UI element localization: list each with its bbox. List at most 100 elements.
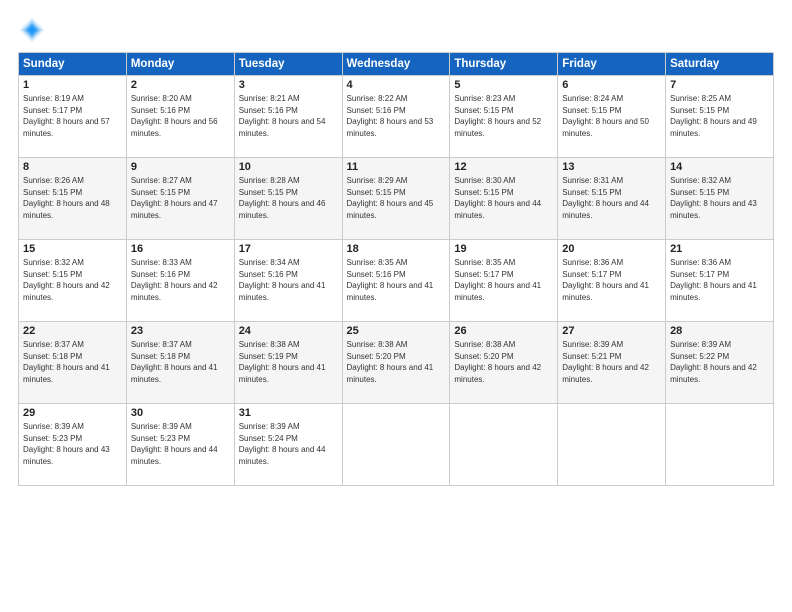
day-info: Sunrise: 8:39 AMSunset: 5:23 PMDaylight:… xyxy=(23,422,110,466)
calendar-cell: 14 Sunrise: 8:32 AMSunset: 5:15 PMDayligh… xyxy=(666,158,774,240)
calendar-cell xyxy=(342,404,450,486)
page: SundayMondayTuesdayWednesdayThursdayFrid… xyxy=(0,0,792,612)
calendar-cell: 3 Sunrise: 8:21 AMSunset: 5:16 PMDaylight… xyxy=(234,76,342,158)
day-info: Sunrise: 8:39 AMSunset: 5:24 PMDaylight:… xyxy=(239,422,326,466)
calendar-cell: 20Sunrise: 8:36 AMSunset: 5:17 PMDayligh… xyxy=(558,240,666,322)
day-number: 17 xyxy=(239,243,338,255)
week-row-4: 22 Sunrise: 8:37 AMSunset: 5:18 PMDayligh… xyxy=(19,322,774,404)
calendar-cell: 29 Sunrise: 8:39 AMSunset: 5:23 PMDayligh… xyxy=(19,404,127,486)
day-number: 11 xyxy=(347,161,446,173)
day-number: 29 xyxy=(23,407,122,419)
calendar-table: SundayMondayTuesdayWednesdayThursdayFrid… xyxy=(18,52,774,486)
day-number: 3 xyxy=(239,79,338,91)
day-info: Sunrise: 8:22 AMSunset: 5:16 PMDaylight:… xyxy=(347,94,434,138)
weekday-header-tuesday: Tuesday xyxy=(234,53,342,76)
day-number: 14 xyxy=(670,161,769,173)
week-row-1: 1Sunrise: 8:19 AMSunset: 5:17 PMDaylight… xyxy=(19,76,774,158)
calendar-cell: 5 Sunrise: 8:23 AMSunset: 5:15 PMDaylight… xyxy=(450,76,558,158)
calendar-cell: 2 Sunrise: 8:20 AMSunset: 5:16 PMDaylight… xyxy=(126,76,234,158)
calendar-cell: 30 Sunrise: 8:39 AMSunset: 5:23 PMDayligh… xyxy=(126,404,234,486)
calendar-cell xyxy=(450,404,558,486)
day-info: Sunrise: 8:20 AMSunset: 5:16 PMDaylight:… xyxy=(131,94,218,138)
day-info: Sunrise: 8:28 AMSunset: 5:15 PMDaylight:… xyxy=(239,176,326,220)
calendar-cell: 18 Sunrise: 8:35 AMSunset: 5:16 PMDayligh… xyxy=(342,240,450,322)
day-number: 22 xyxy=(23,325,122,337)
day-info: Sunrise: 8:39 AMSunset: 5:21 PMDaylight:… xyxy=(562,340,649,384)
day-info: Sunrise: 8:30 AMSunset: 5:15 PMDaylight:… xyxy=(454,176,541,220)
calendar-cell xyxy=(666,404,774,486)
calendar-cell: 28 Sunrise: 8:39 AMSunset: 5:22 PMDayligh… xyxy=(666,322,774,404)
day-info: Sunrise: 8:34 AMSunset: 5:16 PMDaylight:… xyxy=(239,258,326,302)
calendar-cell: 16Sunrise: 8:33 AMSunset: 5:16 PMDayligh… xyxy=(126,240,234,322)
weekday-header-friday: Friday xyxy=(558,53,666,76)
day-info: Sunrise: 8:27 AMSunset: 5:15 PMDaylight:… xyxy=(131,176,218,220)
day-number: 25 xyxy=(347,325,446,337)
day-info: Sunrise: 8:32 AMSunset: 5:15 PMDaylight:… xyxy=(670,176,757,220)
week-row-5: 29 Sunrise: 8:39 AMSunset: 5:23 PMDayligh… xyxy=(19,404,774,486)
calendar-cell: 23 Sunrise: 8:37 AMSunset: 5:18 PMDayligh… xyxy=(126,322,234,404)
weekday-header-row: SundayMondayTuesdayWednesdayThursdayFrid… xyxy=(19,53,774,76)
day-number: 9 xyxy=(131,161,230,173)
week-row-2: 8 Sunrise: 8:26 AMSunset: 5:15 PMDaylight… xyxy=(19,158,774,240)
weekday-header-thursday: Thursday xyxy=(450,53,558,76)
calendar-cell: 13 Sunrise: 8:31 AMSunset: 5:15 PMDayligh… xyxy=(558,158,666,240)
day-info: Sunrise: 8:32 AMSunset: 5:15 PMDaylight:… xyxy=(23,258,110,302)
day-info: Sunrise: 8:39 AMSunset: 5:23 PMDaylight:… xyxy=(131,422,218,466)
calendar-cell: 8 Sunrise: 8:26 AMSunset: 5:15 PMDaylight… xyxy=(19,158,127,240)
day-number: 19 xyxy=(454,243,553,255)
header xyxy=(18,16,774,44)
day-number: 21 xyxy=(670,243,769,255)
day-number: 10 xyxy=(239,161,338,173)
day-number: 6 xyxy=(562,79,661,91)
day-number: 31 xyxy=(239,407,338,419)
day-number: 18 xyxy=(347,243,446,255)
day-number: 20 xyxy=(562,243,661,255)
calendar-cell: 27 Sunrise: 8:39 AMSunset: 5:21 PMDayligh… xyxy=(558,322,666,404)
day-info: Sunrise: 8:31 AMSunset: 5:15 PMDaylight:… xyxy=(562,176,649,220)
calendar-cell: 25 Sunrise: 8:38 AMSunset: 5:20 PMDayligh… xyxy=(342,322,450,404)
weekday-header-wednesday: Wednesday xyxy=(342,53,450,76)
calendar-cell: 7 Sunrise: 8:25 AMSunset: 5:15 PMDaylight… xyxy=(666,76,774,158)
calendar-cell: 10 Sunrise: 8:28 AMSunset: 5:15 PMDayligh… xyxy=(234,158,342,240)
day-info: Sunrise: 8:37 AMSunset: 5:18 PMDaylight:… xyxy=(23,340,110,384)
calendar-cell: 24Sunrise: 8:38 AMSunset: 5:19 PMDayligh… xyxy=(234,322,342,404)
weekday-header-saturday: Saturday xyxy=(666,53,774,76)
day-number: 26 xyxy=(454,325,553,337)
day-info: Sunrise: 8:29 AMSunset: 5:15 PMDaylight:… xyxy=(347,176,434,220)
day-number: 2 xyxy=(131,79,230,91)
calendar-cell: 9 Sunrise: 8:27 AMSunset: 5:15 PMDaylight… xyxy=(126,158,234,240)
day-number: 8 xyxy=(23,161,122,173)
day-number: 30 xyxy=(131,407,230,419)
day-number: 7 xyxy=(670,79,769,91)
day-number: 12 xyxy=(454,161,553,173)
day-info: Sunrise: 8:26 AMSunset: 5:15 PMDaylight:… xyxy=(23,176,110,220)
day-info: Sunrise: 8:39 AMSunset: 5:22 PMDaylight:… xyxy=(670,340,757,384)
calendar-cell: 26Sunrise: 8:38 AMSunset: 5:20 PMDayligh… xyxy=(450,322,558,404)
day-number: 23 xyxy=(131,325,230,337)
calendar-cell xyxy=(558,404,666,486)
day-number: 15 xyxy=(23,243,122,255)
calendar-cell: 11 Sunrise: 8:29 AMSunset: 5:15 PMDayligh… xyxy=(342,158,450,240)
day-info: Sunrise: 8:21 AMSunset: 5:16 PMDaylight:… xyxy=(239,94,326,138)
calendar-cell: 4Sunrise: 8:22 AMSunset: 5:16 PMDaylight… xyxy=(342,76,450,158)
day-info: Sunrise: 8:19 AMSunset: 5:17 PMDaylight:… xyxy=(23,94,110,138)
day-info: Sunrise: 8:38 AMSunset: 5:20 PMDaylight:… xyxy=(347,340,434,384)
logo-icon xyxy=(18,16,46,44)
day-info: Sunrise: 8:37 AMSunset: 5:18 PMDaylight:… xyxy=(131,340,218,384)
calendar-cell: 1Sunrise: 8:19 AMSunset: 5:17 PMDaylight… xyxy=(19,76,127,158)
day-info: Sunrise: 8:35 AMSunset: 5:16 PMDaylight:… xyxy=(347,258,434,302)
day-info: Sunrise: 8:25 AMSunset: 5:15 PMDaylight:… xyxy=(670,94,757,138)
calendar-cell: 21Sunrise: 8:36 AMSunset: 5:17 PMDayligh… xyxy=(666,240,774,322)
day-number: 5 xyxy=(454,79,553,91)
logo xyxy=(18,16,50,44)
calendar-cell: 31 Sunrise: 8:39 AMSunset: 5:24 PMDayligh… xyxy=(234,404,342,486)
day-number: 13 xyxy=(562,161,661,173)
calendar-cell: 22 Sunrise: 8:37 AMSunset: 5:18 PMDayligh… xyxy=(19,322,127,404)
day-number: 28 xyxy=(670,325,769,337)
day-number: 27 xyxy=(562,325,661,337)
day-info: Sunrise: 8:23 AMSunset: 5:15 PMDaylight:… xyxy=(454,94,541,138)
calendar-cell: 15 Sunrise: 8:32 AMSunset: 5:15 PMDayligh… xyxy=(19,240,127,322)
day-info: Sunrise: 8:38 AMSunset: 5:19 PMDaylight:… xyxy=(239,340,326,384)
weekday-header-sunday: Sunday xyxy=(19,53,127,76)
weekday-header-monday: Monday xyxy=(126,53,234,76)
